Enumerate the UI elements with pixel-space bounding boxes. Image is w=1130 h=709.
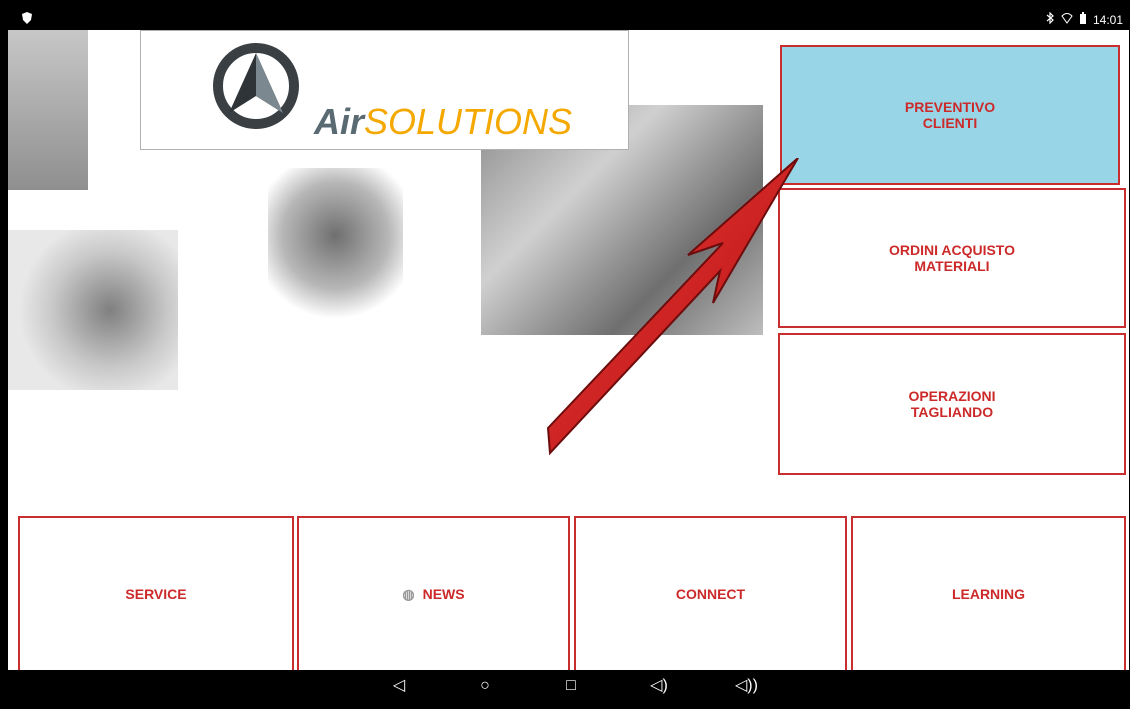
volume-up-icon[interactable]: ◁)) xyxy=(735,676,758,696)
news-icon: ◍ xyxy=(402,586,415,602)
ordini-acquisto-materiali-tile[interactable]: ORDINI ACQUISTO MATERIALI xyxy=(778,188,1126,328)
gear-photo xyxy=(8,230,178,390)
learning-tile[interactable]: LEARNING xyxy=(851,516,1126,672)
news-tile[interactable]: ◍ NEWS xyxy=(297,516,570,672)
logo-emblem-icon xyxy=(213,43,299,129)
logo-text: AirSOLUTIONS xyxy=(314,101,573,142)
news-label: NEWS xyxy=(422,586,465,602)
operazioni-tagliando-tile[interactable]: OPERAZIONI TAGLIANDO xyxy=(778,333,1126,475)
preventivo-clienti-tile[interactable]: PREVENTIVO CLIENTI xyxy=(780,45,1120,185)
app-screen: 14:01 AirSOLUTIONS PREVENTIVO CLIENTI OR… xyxy=(8,8,1129,702)
connect-tile[interactable]: CONNECT xyxy=(574,516,847,672)
battery-icon xyxy=(1079,12,1087,27)
navigation-bar: ◁ ○ □ ◁) ◁)) xyxy=(8,670,1129,702)
recents-icon[interactable]: □ xyxy=(560,676,582,696)
service-tile[interactable]: SERVICE xyxy=(18,516,294,672)
back-icon[interactable]: ◁ xyxy=(388,676,410,696)
technician-photo xyxy=(8,30,88,190)
wifi-icon xyxy=(1061,12,1073,27)
home-icon[interactable]: ○ xyxy=(474,676,496,696)
clock: 14:01 xyxy=(1092,12,1123,27)
volume-down-icon[interactable]: ◁) xyxy=(648,676,670,696)
engine-photo xyxy=(268,168,403,318)
status-bar: 14:01 xyxy=(8,8,1129,30)
pointer-arrow-icon xyxy=(518,157,818,478)
shield-icon xyxy=(22,12,32,24)
bluetooth-icon xyxy=(1045,11,1055,27)
company-logo: AirSOLUTIONS xyxy=(140,30,629,150)
status-right: 14:01 xyxy=(1045,11,1123,27)
